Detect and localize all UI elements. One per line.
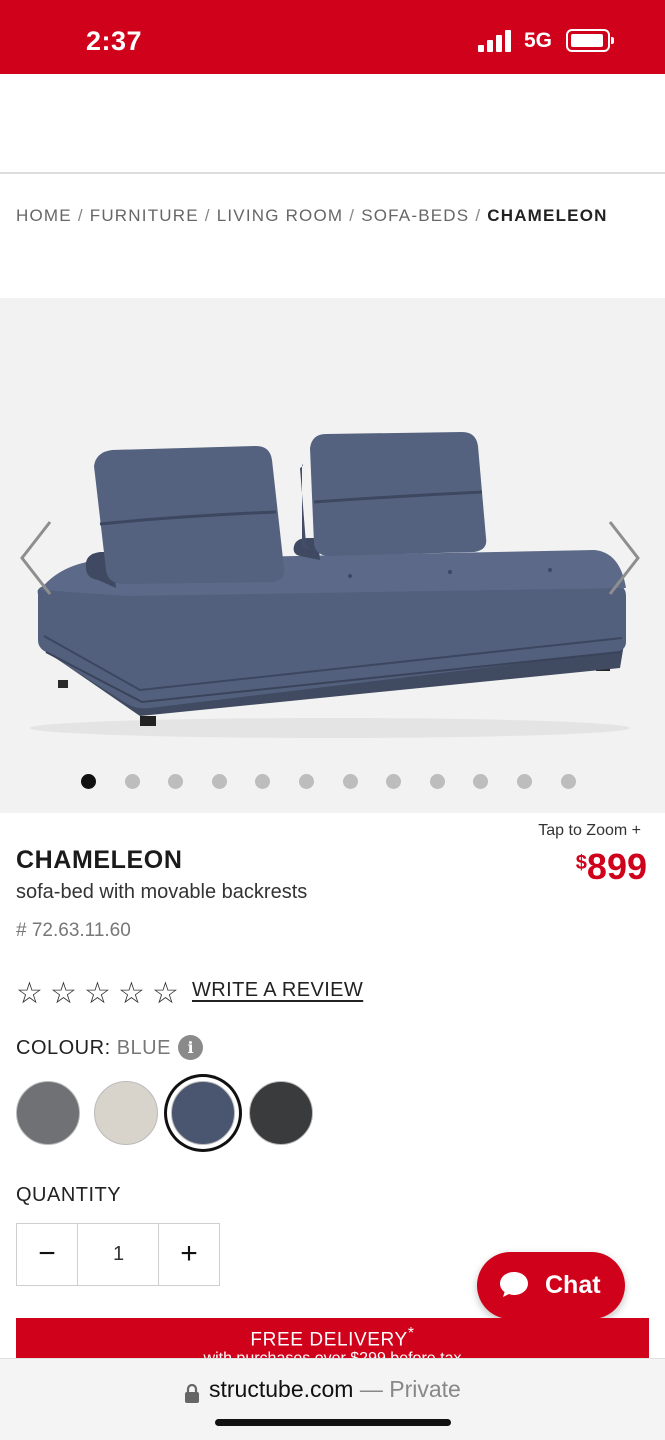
lock-icon — [185, 1383, 199, 1403]
gallery-dot[interactable] — [473, 774, 489, 789]
star-empty-icon[interactable]: ☆ — [50, 978, 77, 1010]
quantity-stepper: − 1 + — [16, 1223, 220, 1286]
star-empty-icon[interactable]: ☆ — [118, 978, 145, 1010]
gallery-dot[interactable] — [342, 774, 358, 789]
home-indicator[interactable] — [215, 1419, 451, 1426]
gallery-dot[interactable] — [124, 774, 140, 789]
status-bar: 2:37 5G — [0, 0, 665, 74]
gallery-dot[interactable] — [81, 774, 96, 789]
site-header — [0, 74, 665, 174]
product-image[interactable] — [0, 298, 665, 758]
zoom-hint[interactable]: Tap to Zoom + — [538, 822, 641, 840]
write-review-link[interactable]: WRITE A REVIEW — [192, 979, 363, 1002]
browser-address-bar[interactable]: structube.com — Private — [0, 1358, 665, 1440]
gallery-dot[interactable] — [386, 774, 402, 789]
zoom-hint-label: Tap to Zoom — [538, 822, 628, 839]
breadcrumb-separator: / — [204, 206, 211, 225]
gallery-dot[interactable] — [429, 774, 445, 789]
plus-icon: + — [631, 822, 641, 839]
colour-swatch-charcoal[interactable] — [248, 1081, 313, 1145]
url-domain: structube.com — [209, 1376, 354, 1402]
breadcrumb-separator: / — [77, 206, 84, 225]
info-icon[interactable]: i — [178, 1035, 203, 1060]
network-type: 5G — [524, 29, 553, 52]
quantity-label: QUANTITY — [16, 1184, 122, 1206]
chat-bubble-icon — [500, 1272, 528, 1297]
colour-label: COLOUR: BLUE — [16, 1037, 171, 1060]
url-private-label: — Private — [353, 1376, 461, 1402]
breadcrumb-living-room[interactable]: LIVING ROOM — [217, 206, 344, 225]
product-description: sofa-bed with movable backrests — [16, 881, 308, 903]
colour-swatch-beige[interactable] — [93, 1081, 158, 1145]
product-sku: # 72.63.11.60 — [16, 920, 131, 941]
star-empty-icon[interactable]: ☆ — [16, 978, 43, 1010]
gallery-dot[interactable] — [211, 774, 227, 789]
breadcrumb-furniture[interactable]: FURNITURE — [90, 206, 199, 225]
colour-label-text: COLOUR: — [16, 1037, 111, 1059]
url-text[interactable]: structube.com — Private — [209, 1376, 461, 1403]
gallery-dot[interactable] — [168, 774, 184, 789]
star-empty-icon[interactable]: ☆ — [152, 978, 179, 1010]
price-amount: 899 — [586, 846, 647, 887]
gallery-dot[interactable] — [560, 774, 576, 789]
signal-icon — [478, 30, 514, 52]
chat-label: Chat — [545, 1271, 601, 1299]
breadcrumb-home[interactable]: HOME — [16, 206, 72, 225]
chevron-left-icon[interactable] — [16, 518, 56, 598]
quantity-value[interactable]: 1 — [78, 1224, 159, 1285]
status-time: 2:37 — [86, 26, 143, 56]
price-currency: $ — [575, 852, 587, 874]
star-empty-icon[interactable]: ☆ — [84, 978, 111, 1010]
promo-title-text: FREE DELIVERY — [250, 1329, 408, 1351]
colour-selected-value: BLUE — [116, 1037, 171, 1059]
quantity-increment-button[interactable]: + — [158, 1224, 219, 1285]
quantity-decrement-button[interactable]: − — [17, 1224, 78, 1285]
free-delivery-banner[interactable]: FREE DELIVERY* with purchases over $299 … — [16, 1318, 649, 1360]
chevron-right-icon[interactable] — [604, 518, 644, 598]
breadcrumb-separator: / — [349, 206, 356, 225]
product-price: $899 — [576, 846, 647, 888]
product-image-gallery[interactable] — [0, 298, 665, 813]
gallery-dot[interactable] — [517, 774, 532, 789]
promo-title: FREE DELIVERY* — [16, 1325, 649, 1351]
breadcrumb-sofa-beds[interactable]: SOFA-BEDS — [361, 206, 469, 225]
breadcrumb: HOME / FURNITURE / LIVING ROOM / SOFA-BEDS / CHA… — [16, 206, 608, 226]
battery-icon — [566, 29, 614, 52]
colour-swatch-blue[interactable] — [171, 1081, 235, 1145]
chat-button[interactable]: Chat — [477, 1252, 625, 1319]
promo-title-mark: * — [407, 1325, 415, 1342]
gallery-pagination — [0, 772, 665, 790]
breadcrumb-separator: / — [475, 206, 482, 225]
gallery-dot[interactable] — [299, 774, 314, 789]
breadcrumb-current: CHAMELEON — [487, 206, 608, 225]
colour-swatch-grey[interactable] — [16, 1081, 80, 1145]
gallery-dot[interactable] — [255, 774, 271, 789]
product-name: CHAMELEON — [16, 846, 183, 874]
